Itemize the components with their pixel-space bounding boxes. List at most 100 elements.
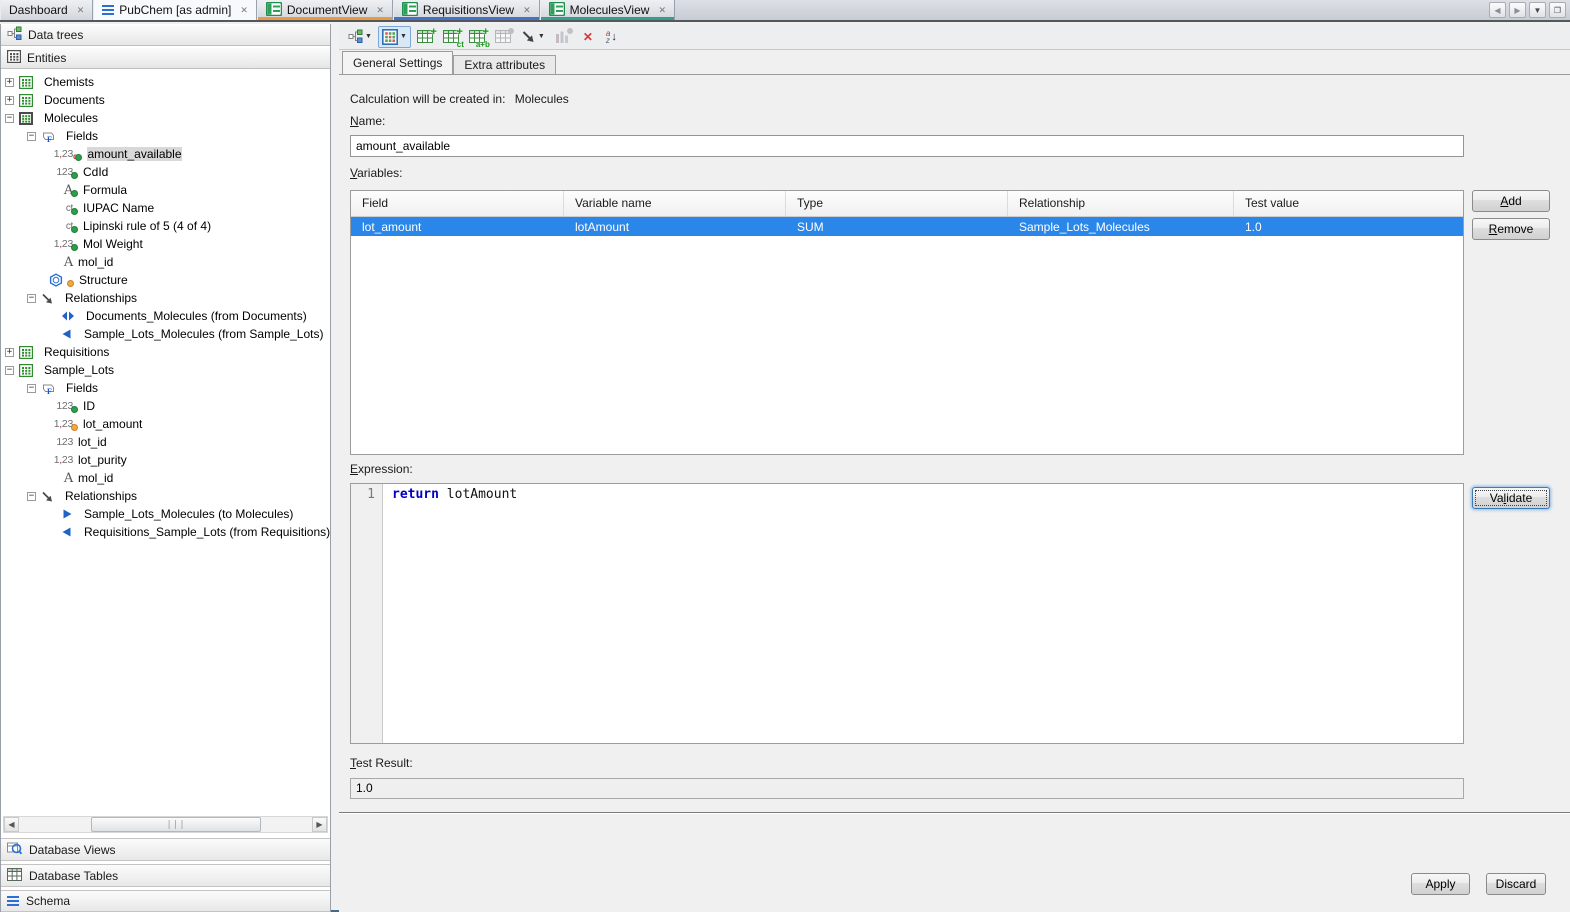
fields-icon: F [41, 130, 55, 143]
remove-button[interactable]: Remove [1472, 218, 1550, 240]
entity-current-icon [19, 112, 33, 125]
expression-editor[interactable]: 1 return lotAmount [350, 483, 1464, 744]
tree-item[interactable]: ctIUPAC Name [1, 199, 330, 217]
column-header-field[interactable]: Field [351, 191, 564, 216]
window-tab-documentview[interactable]: DocumentView ✕ [257, 0, 393, 20]
apply-button[interactable]: Apply [1411, 873, 1470, 895]
text-type-icon: A [49, 255, 73, 270]
expander-plus-icon[interactable]: + [5, 78, 14, 87]
expander-minus-icon[interactable]: − [27, 132, 36, 141]
tab-extra-attributes[interactable]: Extra attributes [453, 55, 556, 74]
tree-item[interactable]: Requisitions_Sample_Lots (from Requisiti… [1, 523, 330, 541]
column-header-variable-name[interactable]: Variable name [564, 191, 786, 216]
tree-item[interactable]: Sample_Lots_Molecules (from Sample_Lots) [1, 325, 330, 343]
dropdown-caret-icon: ▼ [365, 33, 372, 40]
new-data-tree-button[interactable]: ▼ [344, 26, 376, 48]
database-tables-section[interactable]: Database Tables [1, 864, 330, 887]
tree-item[interactable]: AFormula [1, 181, 330, 199]
expander-minus-icon[interactable]: − [5, 366, 14, 375]
data-tree-icon [7, 26, 22, 44]
expander-minus-icon[interactable]: − [27, 492, 36, 501]
tab-list-dropdown-button[interactable]: ▼ [1529, 2, 1546, 18]
tree-item[interactable]: Documents_Molecules (from Documents) [1, 307, 330, 325]
new-chemical-terms-field-button[interactable]: + ct [439, 26, 463, 48]
tree-item[interactable]: −Relationships [1, 487, 330, 505]
close-icon[interactable]: ✕ [240, 6, 248, 15]
tree-item[interactable]: +Requisitions [1, 343, 330, 361]
tab-label: General Settings [353, 56, 442, 70]
scroll-right-arrow[interactable]: ▶ [312, 817, 327, 832]
promote-field-button[interactable] [491, 26, 515, 48]
tree-item[interactable]: Structure [1, 271, 330, 289]
schema-section[interactable]: Schema [1, 890, 330, 912]
close-icon[interactable]: ✕ [77, 6, 85, 15]
tree-item[interactable]: −FFields [1, 379, 330, 397]
window-tab-requisitionsview[interactable]: RequisitionsView ✕ [393, 0, 540, 20]
data-trees-header[interactable]: Data trees [1, 24, 330, 46]
tree-item[interactable]: +Chemists [1, 73, 330, 91]
tree-item-label: Lipinski rule of 5 (4 of 4) [83, 219, 211, 233]
new-entity-button[interactable]: + [413, 26, 437, 48]
tree-item[interactable]: 1,23lot_purity [1, 451, 330, 469]
sort-button[interactable]: az ↓ [602, 26, 621, 48]
tree-item[interactable]: −Relationships [1, 289, 330, 307]
tree-item[interactable]: +Documents [1, 91, 330, 109]
decimal-type-icon: 1,23 [49, 418, 73, 430]
validate-button[interactable]: Validate [1472, 487, 1550, 509]
tree-item[interactable]: −Molecules [1, 109, 330, 127]
window-tab-moleculesview[interactable]: MoleculesView ✕ [540, 0, 675, 20]
tree-item[interactable]: 123lot_id [1, 433, 330, 451]
tree-item-label: Structure [79, 273, 128, 287]
tab-general-settings[interactable]: General Settings [342, 51, 453, 74]
tree-item[interactable]: −Sample_Lots [1, 361, 330, 379]
tree-item-label: Sample_Lots_Molecules (from Sample_Lots) [84, 327, 323, 341]
close-icon[interactable]: ✕ [523, 6, 531, 15]
expander-plus-icon[interactable]: + [5, 348, 14, 357]
new-calculated-field-button[interactable]: + a+b [465, 26, 489, 48]
column-header-test-value[interactable]: Test value [1234, 191, 1463, 216]
window-tab-pubchem[interactable]: PubChem [as admin] ✕ [93, 0, 257, 20]
charts-button[interactable] [551, 26, 574, 48]
scroll-tabs-right-button[interactable]: ▶ [1509, 2, 1526, 18]
window-tab-dashboard[interactable]: Dashboard ✕ [0, 0, 93, 20]
database-views-section[interactable]: Database Views [1, 838, 330, 861]
discard-button[interactable]: Discard [1486, 873, 1546, 895]
tree-item[interactable]: 123CdId [1, 163, 330, 181]
scrollbar-track[interactable]: ||| [19, 817, 312, 832]
name-input[interactable] [350, 135, 1464, 157]
expander-plus-icon[interactable]: + [5, 96, 14, 105]
entities-header[interactable]: Entities [1, 47, 330, 69]
created-in-value: Molecules [515, 92, 569, 106]
column-header-relationship[interactable]: Relationship [1008, 191, 1234, 216]
svg-text:F: F [47, 135, 52, 143]
tree-item[interactable]: 123ID [1, 397, 330, 415]
maximize-restore-button[interactable]: ❐ [1549, 2, 1566, 18]
footer-divider [339, 812, 1570, 814]
close-icon[interactable]: ✕ [658, 6, 666, 15]
tree-item[interactable]: Amol_id [1, 469, 330, 487]
add-button[interactable]: Add [1472, 190, 1550, 212]
expander-minus-icon[interactable]: − [27, 384, 36, 393]
grid-view-toggle-button[interactable]: ▼ [378, 26, 411, 48]
tree-item[interactable]: Sample_Lots_Molecules (to Molecules) [1, 505, 330, 523]
close-icon[interactable]: ✕ [376, 6, 384, 15]
scroll-left-arrow[interactable]: ◀ [4, 817, 19, 832]
tree-item-label: lot_amount [83, 417, 142, 431]
tree-item[interactable]: 1,23 lot_amount [1, 415, 330, 433]
tree-item[interactable]: 1,23camount_available [1, 145, 330, 163]
tree-item-label: lot_purity [78, 453, 127, 467]
horizontal-scrollbar[interactable]: ◀ ||| ▶ [3, 816, 328, 833]
tree-item[interactable]: −FFields [1, 127, 330, 145]
tree-item[interactable]: ctLipinski rule of 5 (4 of 4) [1, 217, 330, 235]
tree-item[interactable]: Amol_id [1, 253, 330, 271]
expander-minus-icon[interactable]: − [27, 294, 36, 303]
variables-table-row[interactable]: lot_amount lotAmount SUM Sample_Lots_Mol… [351, 217, 1463, 236]
scroll-tabs-left-button[interactable]: ◀ [1489, 2, 1506, 18]
scrollbar-thumb[interactable]: ||| [91, 817, 261, 832]
new-relationship-button[interactable]: ▼ [517, 26, 549, 48]
expression-code[interactable]: return lotAmount [383, 484, 517, 743]
column-header-type[interactable]: Type [786, 191, 1008, 216]
delete-button[interactable]: ✕ [576, 26, 600, 48]
expander-minus-icon[interactable]: − [5, 114, 14, 123]
tree-item[interactable]: 1,23Mol Weight [1, 235, 330, 253]
